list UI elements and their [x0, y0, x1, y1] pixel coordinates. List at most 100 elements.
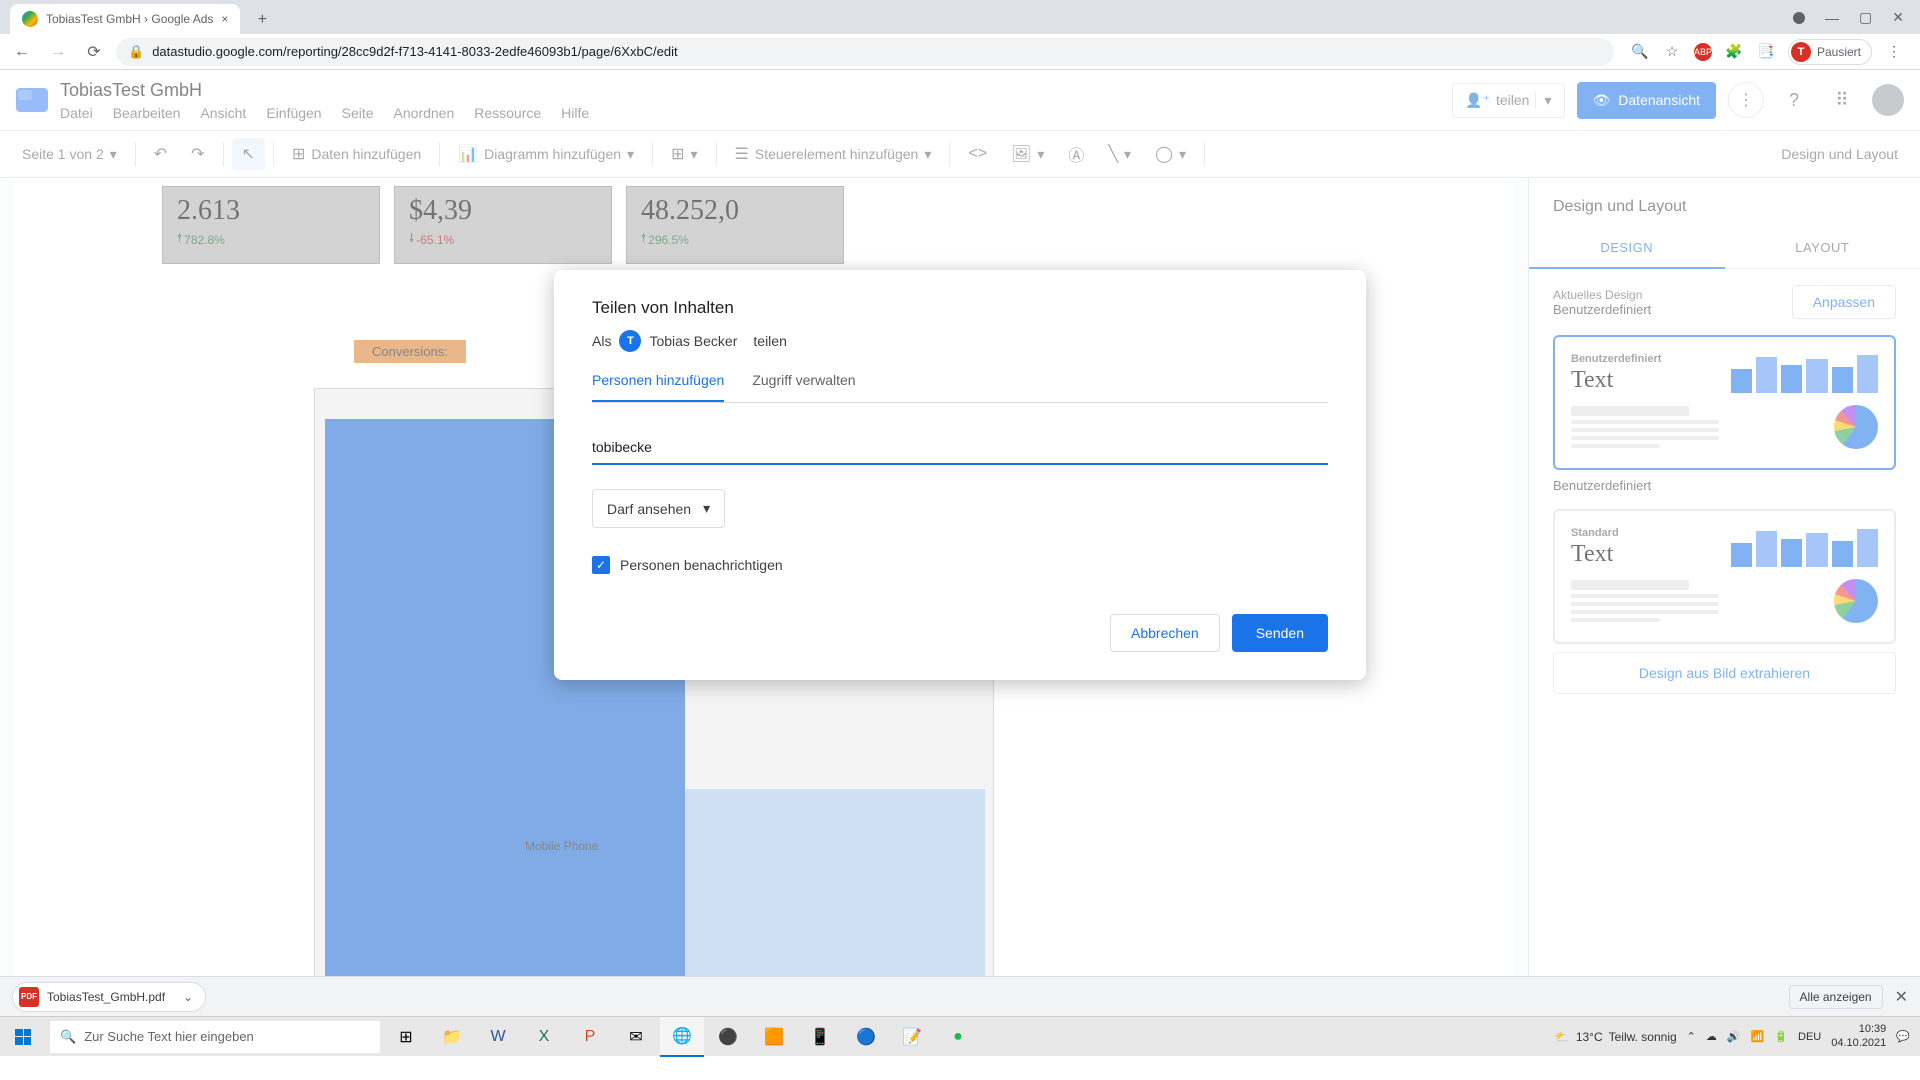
weather-widget[interactable]: ⛅ 13°C Teilw. sonnig — [1555, 1030, 1677, 1044]
line-button[interactable]: ╲▾ — [1098, 138, 1141, 170]
wifi-icon[interactable]: 📶 — [1751, 1030, 1765, 1043]
show-all-downloads[interactable]: Alle anzeigen — [1789, 985, 1883, 1009]
clock[interactable]: 10:39 04.10.2021 — [1831, 1023, 1886, 1049]
app-header: TobiasTest GmbH Datei Bearbeiten Ansicht… — [0, 70, 1920, 130]
forward-button[interactable]: → — [44, 38, 72, 66]
new-tab-button[interactable]: + — [248, 6, 276, 34]
notepad-icon[interactable]: 📝 — [890, 1017, 934, 1057]
menu-file[interactable]: Datei — [60, 105, 93, 121]
chevron-up-icon[interactable]: ⌃ — [1687, 1030, 1696, 1043]
battery-icon[interactable]: 🔋 — [1774, 1030, 1788, 1043]
maximize-icon[interactable]: ▢ — [1859, 9, 1872, 26]
reload-button[interactable]: ⟳ — [80, 38, 108, 66]
excel-icon[interactable]: X — [522, 1017, 566, 1057]
menu-page[interactable]: Seite — [342, 105, 374, 121]
shape-button[interactable]: ◯▾ — [1145, 138, 1196, 170]
share-button[interactable]: 👤⁺ teilen ▾ — [1452, 83, 1564, 118]
word-icon[interactable]: W — [476, 1017, 520, 1057]
text-button[interactable]: Ⓐ — [1058, 136, 1094, 172]
close-downloads-icon[interactable]: ✕ — [1895, 987, 1908, 1007]
extract-from-image-button[interactable]: Design aus Bild extrahieren — [1553, 652, 1896, 694]
app-menu: Datei Bearbeiten Ansicht Einfügen Seite … — [60, 105, 589, 121]
email-input[interactable] — [592, 431, 1328, 465]
zoom-icon[interactable]: 🔍 — [1630, 42, 1650, 62]
page-indicator: Seite 1 von 2 — [22, 146, 104, 162]
back-button[interactable]: ← — [8, 38, 36, 66]
menu-edit[interactable]: Bearbeiten — [113, 105, 181, 121]
edge-icon[interactable]: 🔵 — [844, 1017, 888, 1057]
tab-layout[interactable]: LAYOUT — [1725, 228, 1920, 269]
add-data-button[interactable]: ⊞ Daten hinzufügen — [282, 138, 431, 170]
theme-card-standard[interactable]: Standard Text — [1553, 509, 1896, 644]
community-viz-button[interactable]: ⊞▾ — [661, 138, 707, 170]
close-window-icon[interactable]: ✕ — [1892, 9, 1904, 26]
help-icon[interactable]: ? — [1776, 82, 1812, 118]
share-dropdown-icon[interactable]: ▾ — [1535, 92, 1551, 109]
permission-select[interactable]: Darf ansehen ▾ — [592, 489, 725, 528]
chevron-down-icon[interactable]: ⌄ — [183, 990, 193, 1004]
apps-grid-icon[interactable]: ⠿ — [1824, 82, 1860, 118]
theme-card-custom[interactable]: Benutzerdefiniert Text — [1553, 335, 1896, 470]
send-button[interactable]: Senden — [1232, 614, 1328, 652]
download-item[interactable]: PDF TobiasTest_GmbH.pdf ⌄ — [12, 982, 206, 1012]
taskbar-search[interactable]: 🔍 Zur Suche Text hier eingeben — [50, 1021, 380, 1053]
tab-close-icon[interactable]: × — [221, 12, 228, 26]
task-view-icon[interactable]: ⊞ — [384, 1017, 428, 1057]
chrome-icon[interactable]: 🌐 — [660, 1017, 704, 1057]
menu-view[interactable]: Ansicht — [200, 105, 246, 121]
tab-design[interactable]: DESIGN — [1529, 228, 1725, 269]
notify-row[interactable]: ✓ Personen benachrichtigen — [592, 556, 1328, 574]
menu-icon[interactable]: ⋮ — [1884, 42, 1904, 62]
add-control-button[interactable]: ☰ Steuerelement hinzufügen ▾ — [725, 138, 942, 170]
cancel-button[interactable]: Abbrechen — [1110, 614, 1220, 652]
theme-bars-icon — [1731, 353, 1879, 393]
report-title[interactable]: TobiasTest GmbH — [60, 80, 589, 101]
spotify-icon[interactable]: ● — [936, 1017, 980, 1057]
profile-chip[interactable]: T Pausiert — [1788, 39, 1872, 65]
app-icon[interactable]: 🟧 — [752, 1017, 796, 1057]
more-options-button[interactable]: ⋮ — [1728, 82, 1764, 118]
view-button[interactable]: 👁 Datenansicht — [1577, 82, 1717, 119]
menu-arrange[interactable]: Anordnen — [394, 105, 455, 121]
obs-icon[interactable]: ⚫ — [706, 1017, 750, 1057]
minimize-icon[interactable]: — — [1825, 10, 1839, 26]
readlist-icon[interactable]: 📑 — [1756, 42, 1776, 62]
page-selector[interactable]: Seite 1 von 2 ▾ — [12, 140, 127, 169]
tab-manage-access[interactable]: Zugriff verwalten — [752, 372, 855, 402]
explorer-icon[interactable]: 📁 — [430, 1017, 474, 1057]
image-button[interactable]: 🖼▾ — [1001, 138, 1054, 170]
adjust-button[interactable]: Anpassen — [1792, 285, 1896, 319]
app-logo-icon[interactable] — [16, 88, 48, 112]
browser-tab[interactable]: TobiasTest GmbH › Google Ads × — [10, 4, 240, 34]
user-avatar[interactable] — [1872, 84, 1904, 116]
conversions-label[interactable]: Conversions: — [354, 340, 466, 363]
profile-dot-icon[interactable] — [1793, 12, 1805, 24]
extensions-icon[interactable]: 🧩 — [1724, 42, 1744, 62]
url-input[interactable]: 🔒 datastudio.google.com/reporting/28cc9d… — [116, 38, 1614, 66]
menu-insert[interactable]: Einfügen — [266, 105, 321, 121]
metric-card[interactable]: 48.252,0 🠕 296.5% — [626, 186, 844, 264]
add-chart-button[interactable]: 📊 Diagramm hinzufügen ▾ — [448, 138, 644, 170]
menu-resource[interactable]: Ressource — [474, 105, 541, 121]
undo-button[interactable]: ↶ — [144, 138, 177, 170]
notify-checkbox[interactable]: ✓ — [592, 556, 610, 574]
app-icon[interactable]: 📱 — [798, 1017, 842, 1057]
menu-help[interactable]: Hilfe — [561, 105, 589, 121]
tab-add-people[interactable]: Personen hinzufügen — [592, 372, 724, 402]
notifications-icon[interactable]: 💬 — [1896, 1030, 1910, 1043]
powerpoint-icon[interactable]: P — [568, 1017, 612, 1057]
metric-card[interactable]: 2.613 🠕 782.8% — [162, 186, 380, 264]
onedrive-icon[interactable]: ☁ — [1706, 1030, 1717, 1043]
adblock-icon[interactable]: ABP — [1694, 43, 1712, 61]
metric-card[interactable]: $4,39 🠗 -65.1% — [394, 186, 612, 264]
mail-icon[interactable]: ✉ — [614, 1017, 658, 1057]
start-button[interactable] — [0, 1017, 46, 1057]
redo-button[interactable]: ↷ — [181, 138, 214, 170]
language-indicator[interactable]: DEU — [1798, 1031, 1821, 1043]
star-icon[interactable]: ☆ — [1662, 42, 1682, 62]
volume-icon[interactable]: 🔊 — [1727, 1030, 1741, 1043]
select-tool[interactable]: ↖ — [232, 138, 265, 170]
embed-button[interactable]: <> — [958, 139, 997, 169]
design-layout-toggle[interactable]: Design und Layout — [1771, 140, 1908, 168]
chevron-down-icon: ▾ — [703, 500, 710, 517]
